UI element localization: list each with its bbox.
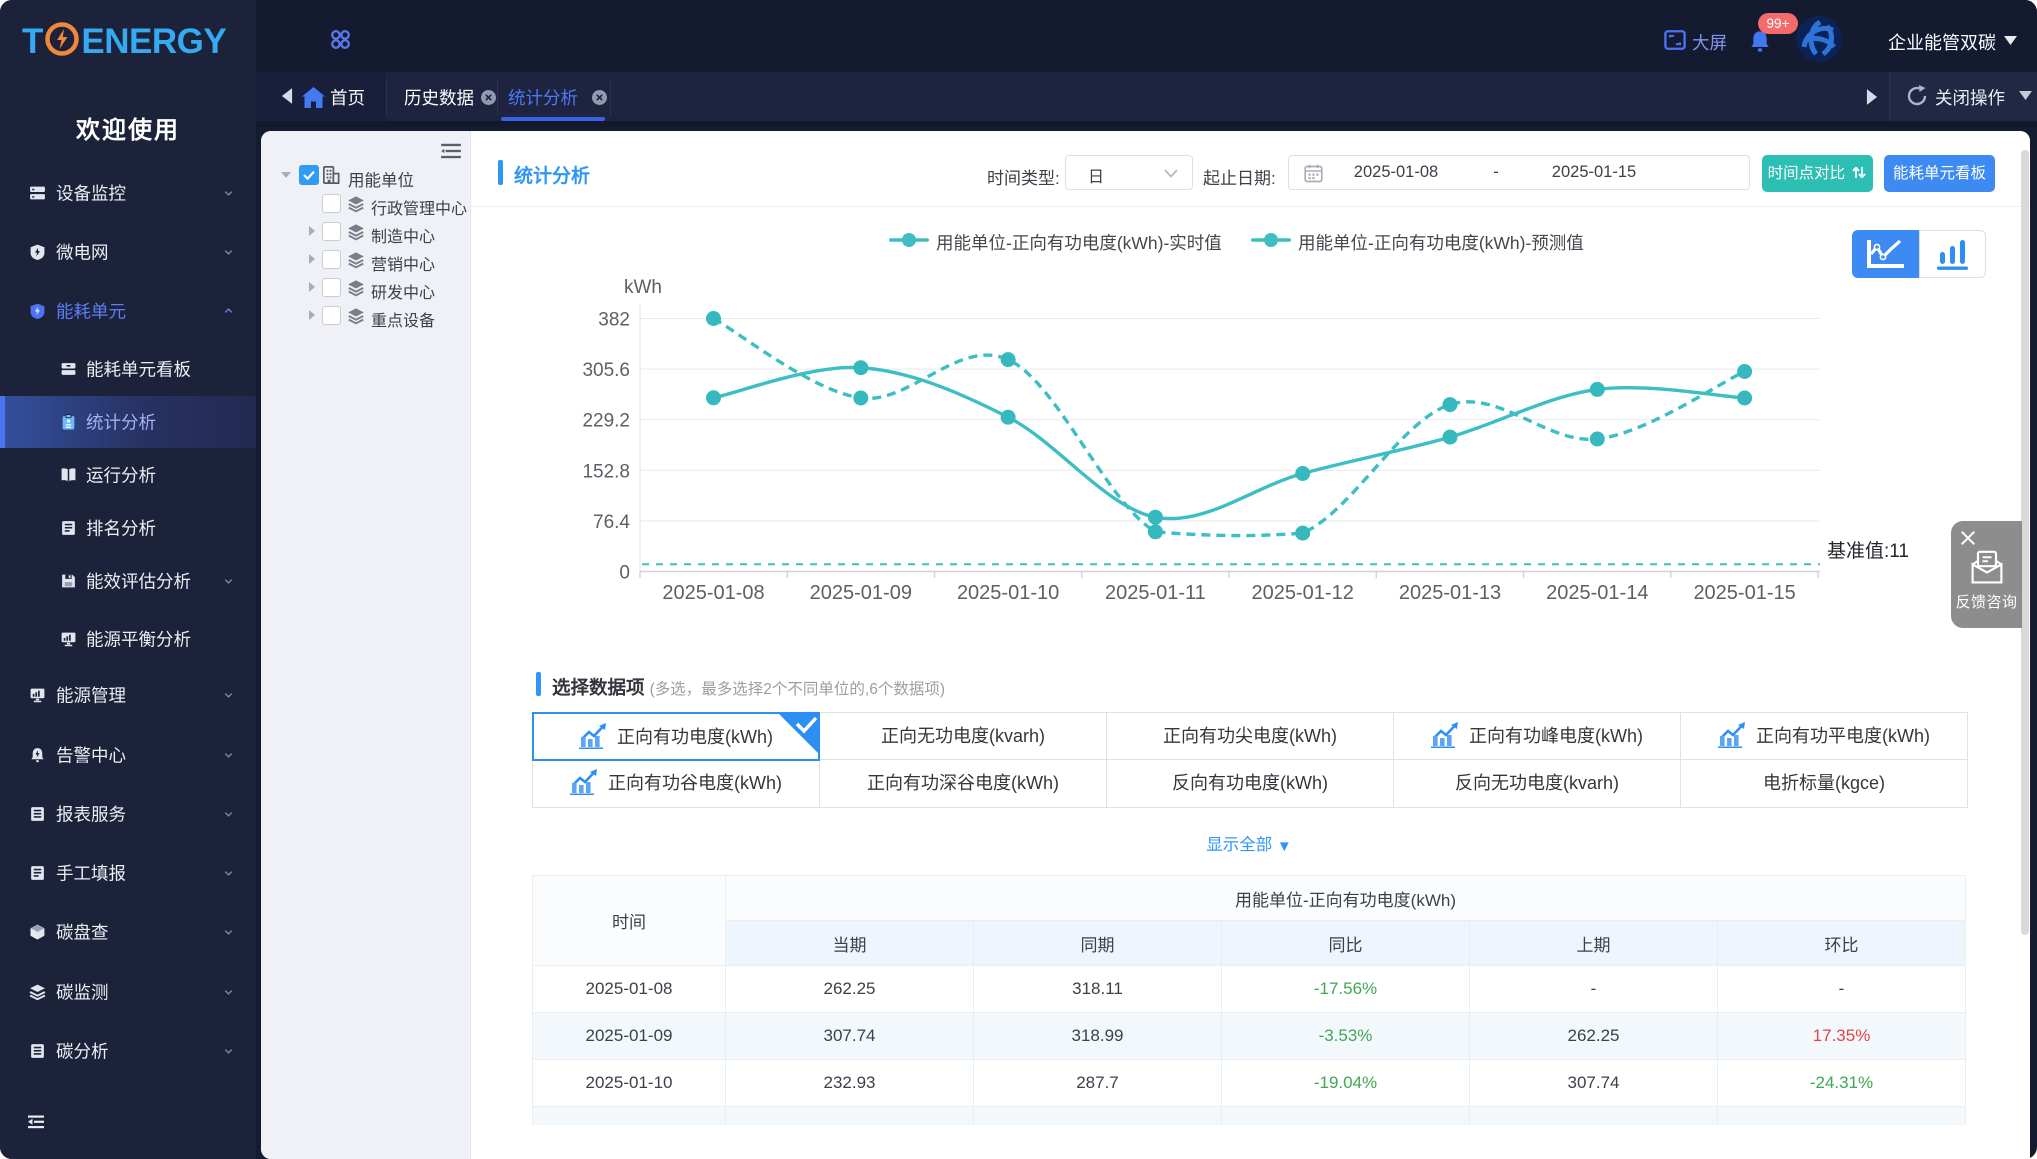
svg-text:kWh: kWh bbox=[624, 277, 662, 298]
svg-text:基准值:11: 基准值:11 bbox=[1827, 540, 1909, 562]
svg-text:2025-01-09: 2025-01-09 bbox=[810, 582, 912, 604]
svg-text:2025-01-15: 2025-01-15 bbox=[1693, 582, 1795, 604]
svg-text:2025-01-14: 2025-01-14 bbox=[1546, 582, 1648, 604]
svg-text:2025-01-13: 2025-01-13 bbox=[1399, 582, 1501, 604]
svg-text:2025-01-11: 2025-01-11 bbox=[1105, 582, 1206, 604]
svg-text:229.2: 229.2 bbox=[582, 411, 630, 432]
svg-text:0: 0 bbox=[619, 563, 630, 584]
svg-text:2025-01-12: 2025-01-12 bbox=[1252, 582, 1354, 604]
svg-text:2025-01-08: 2025-01-08 bbox=[662, 582, 764, 604]
svg-text:305.6: 305.6 bbox=[582, 360, 630, 381]
svg-text:2025-01-10: 2025-01-10 bbox=[957, 582, 1059, 604]
svg-text:382: 382 bbox=[598, 310, 630, 331]
svg-text:76.4: 76.4 bbox=[593, 512, 630, 533]
svg-text:152.8: 152.8 bbox=[582, 461, 630, 482]
